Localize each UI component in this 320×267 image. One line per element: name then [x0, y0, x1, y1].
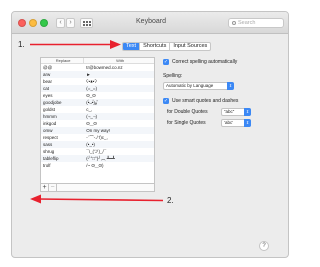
- arrow-2-head: [30, 194, 41, 204]
- arrow-2-line: [37, 198, 164, 202]
- annotation-arrows: [30, 40, 164, 204]
- arrow-1-head: [110, 40, 121, 49]
- red-arrows: [30, 40, 164, 204]
